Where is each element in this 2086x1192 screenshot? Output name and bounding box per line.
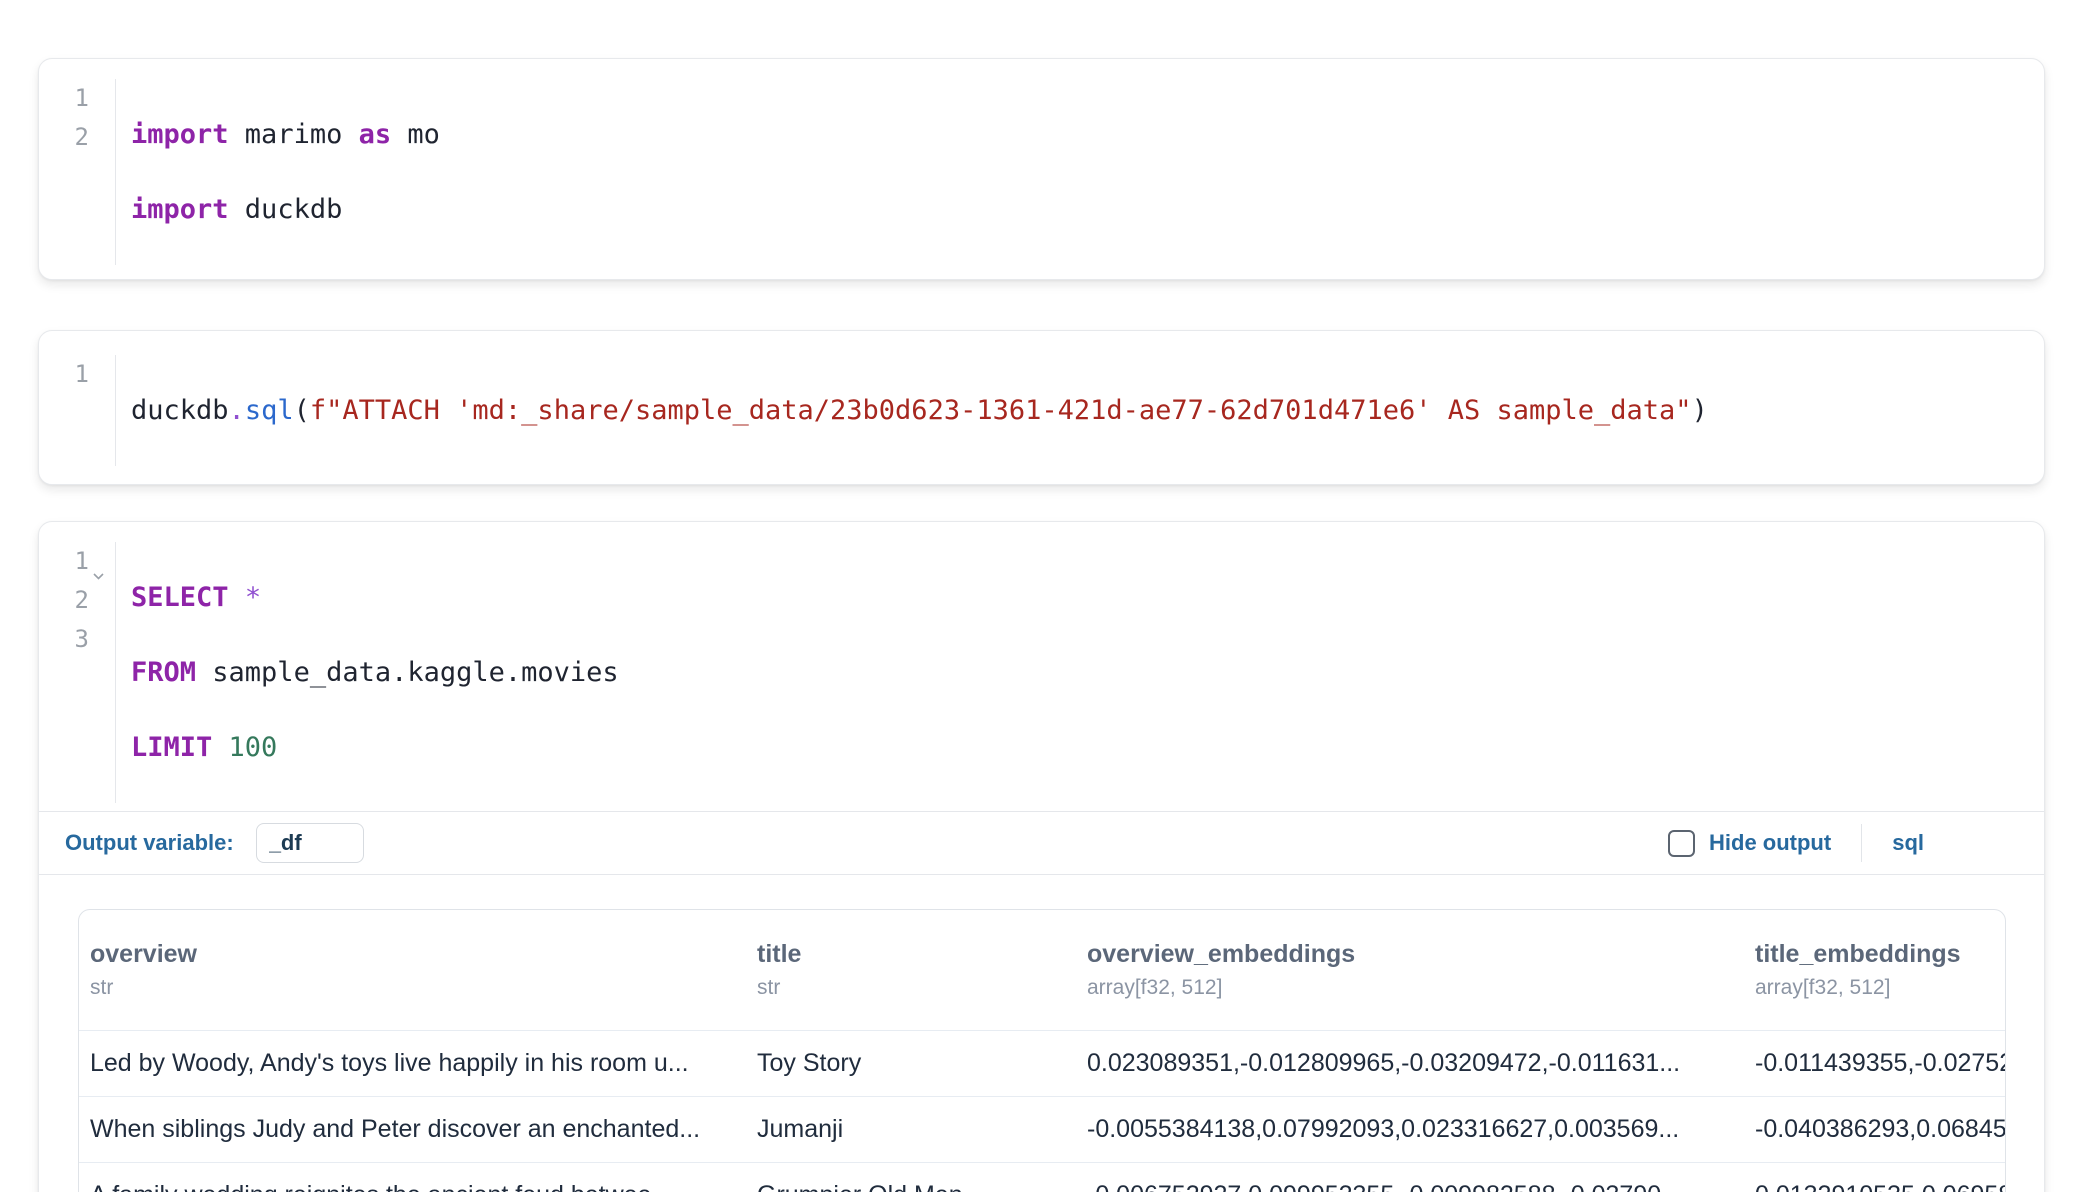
column-name: overview_embeddings	[1087, 938, 1744, 970]
cell-output-area: overview str title str overview_embeddin…	[39, 875, 2044, 1192]
column-name: overview	[90, 938, 746, 970]
code-line[interactable]: duckdb.sql(f"ATTACH 'md:_share/sample_da…	[131, 391, 1708, 430]
cell-overview: When siblings Judy and Peter discover an…	[79, 1097, 746, 1162]
cell-overview-embeddings: -0.006752927,0.099952355,-0.009982588,-0…	[1076, 1163, 1744, 1192]
code-cell-attach: 1 duckdb.sql(f"ATTACH 'md:_share/sample_…	[38, 330, 2045, 485]
column-type: str	[90, 974, 746, 1002]
table-row: When siblings Judy and Peter discover an…	[79, 1096, 2005, 1162]
column-header-title-embeddings[interactable]: title_embeddings array[f32, 512]	[1744, 938, 2006, 1002]
hide-output-label: Hide output	[1709, 830, 1831, 856]
table-row: Led by Woody, Andy's toys live happily i…	[79, 1030, 2005, 1096]
dataframe-table: overview str title str overview_embeddin…	[78, 909, 2006, 1192]
cell-title-embeddings: -0.011439355,-0.027527	[1744, 1031, 2006, 1096]
hide-output-checkbox[interactable]	[1668, 830, 1695, 857]
line-number: 2	[39, 118, 89, 157]
output-variable-row: Output variable: Hide output sql	[39, 812, 2044, 874]
language-badge: sql	[1892, 830, 1924, 856]
line-number: 3	[39, 620, 89, 659]
output-variable-label: Output variable:	[65, 830, 234, 856]
notebook-page: 1 2 import marimo as mo import duckdb 1 …	[0, 0, 2086, 1192]
fold-chevron-icon[interactable]	[92, 554, 105, 593]
line-number: 2	[39, 581, 89, 620]
cell-overview: Led by Woody, Andy's toys live happily i…	[79, 1031, 746, 1096]
code-cell-imports: 1 2 import marimo as mo import duckdb	[38, 58, 2045, 280]
sql-cell: 1 2 3 SELECT * FROM sample_data.kaggle.m…	[38, 521, 2045, 1192]
vertical-divider	[1861, 824, 1862, 862]
line-number: 1	[39, 355, 89, 394]
cell-title-embeddings: 0.0132910535,0.069580	[1744, 1163, 2006, 1192]
code-line[interactable]: import duckdb	[131, 190, 440, 229]
column-header-overview[interactable]: overview str	[79, 938, 746, 1002]
line-number-gutter: 1	[39, 355, 116, 466]
code-area[interactable]: duckdb.sql(f"ATTACH 'md:_share/sample_da…	[116, 355, 1708, 466]
output-variable-input[interactable]	[256, 823, 364, 863]
code-area[interactable]: SELECT * FROM sample_data.kaggle.movies …	[116, 542, 619, 803]
line-number: 1	[39, 542, 89, 581]
column-header-overview-embeddings[interactable]: overview_embeddings array[f32, 512]	[1076, 938, 1744, 1002]
code-line[interactable]: SELECT *	[131, 578, 619, 617]
line-number-gutter: 1 2	[39, 79, 116, 265]
cell-title: Toy Story	[746, 1031, 1076, 1096]
cell-title: Jumanji	[746, 1097, 1076, 1162]
table-header-row: overview str title str overview_embeddin…	[79, 910, 2005, 1030]
column-header-title[interactable]: title str	[746, 938, 1076, 1002]
code-editor: 1 2 import marimo as mo import duckdb	[39, 59, 2044, 279]
code-editor: 1 duckdb.sql(f"ATTACH 'md:_share/sample_…	[39, 331, 2044, 484]
line-number-gutter: 1 2 3	[39, 542, 116, 803]
cell-title-embeddings: -0.040386293,0.068451	[1744, 1097, 2006, 1162]
column-type: array[f32, 512]	[1087, 974, 1744, 1002]
column-name: title	[757, 938, 1076, 970]
column-name: title_embeddings	[1755, 938, 2006, 970]
line-number-text: 1	[75, 547, 89, 575]
code-line[interactable]: import marimo as mo	[131, 115, 440, 154]
code-editor: 1 2 3 SELECT * FROM sample_data.kaggle.m…	[39, 522, 2044, 811]
cell-title: Grumpier Old Men	[746, 1163, 1076, 1192]
code-line[interactable]: FROM sample_data.kaggle.movies	[131, 653, 619, 692]
line-number: 1	[39, 79, 89, 118]
column-type: array[f32, 512]	[1755, 974, 2006, 1002]
hide-output-control: Hide output	[1668, 830, 1831, 857]
table-row: A family wedding reignites the ancient f…	[79, 1162, 2005, 1192]
cell-overview-embeddings: 0.023089351,-0.012809965,-0.03209472,-0.…	[1076, 1031, 1744, 1096]
cell-overview: A family wedding reignites the ancient f…	[79, 1163, 746, 1192]
column-type: str	[757, 974, 1076, 1002]
code-area[interactable]: import marimo as mo import duckdb	[116, 79, 440, 265]
code-line[interactable]: LIMIT 100	[131, 728, 619, 767]
cell-overview-embeddings: -0.0055384138,0.07992093,0.023316627,0.0…	[1076, 1097, 1744, 1162]
